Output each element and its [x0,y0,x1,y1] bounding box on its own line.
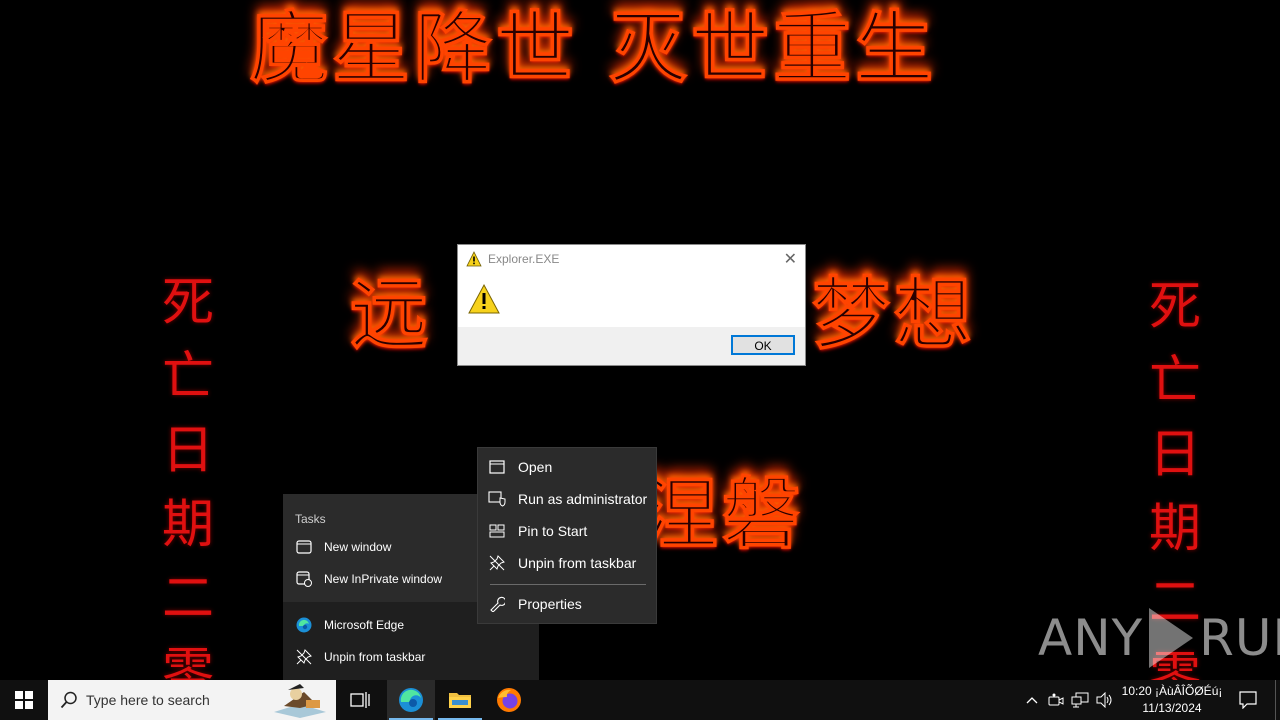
shield-icon [488,490,506,508]
context-menu-open[interactable]: Open [478,452,658,482]
message-box-body [458,273,805,327]
edge-icon [296,617,312,633]
notification-center-button[interactable] [1234,680,1262,720]
anyrun-watermark: ANY RUN [1038,608,1280,668]
message-box-titlebar[interactable]: Explorer.EXE ✕ [458,245,805,273]
window-icon [488,458,506,476]
show-hidden-icons-button[interactable] [1022,680,1042,720]
firefox-icon [497,688,521,712]
context-menu: Open Run as administrator Pin to Start U… [477,447,657,624]
wallpaper-char: 期 [1148,499,1201,559]
search-box[interactable]: Type here to search [48,680,336,720]
volume-button[interactable] [1094,680,1116,720]
ok-button[interactable]: OK [731,335,795,355]
context-menu-properties[interactable]: Properties [478,589,658,619]
search-icon [60,691,77,709]
wrench-icon [488,595,506,613]
wallpaper-char: 死 [161,273,214,333]
message-box-title: Explorer.EXE [488,252,560,266]
taskbar-file-explorer-button[interactable] [436,680,484,720]
task-view-icon [350,692,370,708]
context-menu-label: Properties [518,596,582,612]
jump-list-label: New window [324,540,392,554]
wallpaper-char: 亡 [1148,351,1201,411]
chevron-up-icon [1026,697,1038,704]
context-menu-unpin-from-taskbar[interactable]: Unpin from taskbar [478,548,658,578]
context-menu-run-as-admin[interactable]: Run as administrator [478,484,658,514]
notification-icon [1239,691,1257,709]
wallpaper-char: 日 [1148,425,1201,485]
edge-icon [399,688,423,712]
start-button[interactable] [0,680,48,720]
jump-list-label: New InPrivate window [324,572,443,586]
unpin-icon [488,554,506,572]
watermark-right: RUN [1199,609,1280,667]
search-placeholder: Type here to search [86,692,210,708]
context-menu-label: Unpin from taskbar [518,555,637,571]
clock-date: 11/13/2024 [1142,701,1202,715]
jump-list-section-tasks: Tasks [295,512,326,526]
jump-list-unpin[interactable]: Unpin from taskbar [283,642,539,672]
taskbar-firefox-button[interactable] [485,680,533,720]
wallpaper-mid-left-text: 远 [349,269,429,361]
play-icon [1149,608,1194,668]
wallpaper-low-text: 涅磐 [639,469,805,561]
close-icon[interactable]: ✕ [784,249,797,269]
context-menu-label: Open [518,459,553,475]
unpin-icon [296,649,312,665]
camera-icon [1048,693,1064,706]
task-view-button[interactable] [336,680,384,720]
wallpaper-char: 期 [161,495,214,555]
jump-list-label: Unpin from taskbar [324,650,426,664]
wallpaper-char: 亡 [161,347,214,407]
pin-start-icon [488,522,506,540]
wallpaper-mid-right-text: 梦想 [811,269,977,361]
network-icon [1071,692,1089,708]
folder-icon [449,693,471,708]
clock-time: 10:20 ¡ÀùÂÎÕØÉú¡ [1121,684,1223,698]
watermark-left: ANY [1038,609,1144,667]
jump-list-label: Microsoft Edge [324,618,405,632]
windows-logo-icon [15,691,33,709]
context-menu-label: Run as administrator [518,491,648,507]
taskbar-edge-button[interactable] [387,680,435,720]
window-icon [296,539,312,555]
context-menu-pin-to-start[interactable]: Pin to Start [478,516,658,546]
search-highlight-illustration-icon [274,684,326,718]
meet-now-button[interactable] [1046,680,1066,720]
speaker-icon [1096,692,1112,708]
warning-icon [468,283,500,314]
context-menu-separator [490,584,646,585]
wallpaper-char: 日 [161,421,214,481]
inprivate-icon [296,571,312,587]
wallpaper-char: 二 [161,569,214,629]
wallpaper-char: 死 [1148,277,1201,337]
wallpaper-column-left: 死 亡 日 期 二 零 [158,266,218,710]
message-box: Explorer.EXE ✕ OK [457,244,806,366]
wallpaper-top-text: 魔星降世 灭世重生 [249,3,938,95]
network-button[interactable] [1069,680,1091,720]
show-desktop-button[interactable] [1275,680,1276,720]
taskbar: Type here to search 10:20 ¡ÀùÂÎÕØÉú¡ 11/… [0,680,1280,720]
warning-icon [466,251,482,267]
clock[interactable]: 10:20 ¡ÀùÂÎÕØÉú¡ 11/13/2024 [1116,683,1228,717]
context-menu-label: Pin to Start [518,523,588,539]
